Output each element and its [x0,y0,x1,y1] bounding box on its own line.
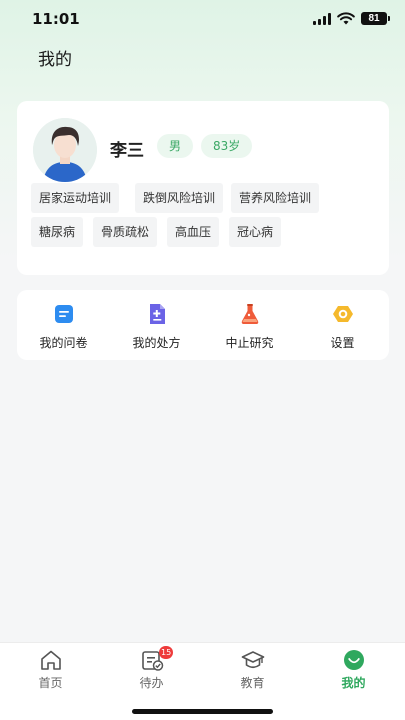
tab-education[interactable]: 教育 [202,643,303,699]
tag-item: 高血压 [167,217,220,247]
menu-label: 中止研究 [225,336,274,350]
tab-profile[interactable]: 我的 [303,643,404,699]
menu-label: 我的处方 [132,336,181,350]
avatar [33,118,97,182]
tab-label: 待办 [139,676,164,690]
graduation-cap-icon [241,651,265,669]
tab-label: 我的 [341,676,366,690]
menu-label: 我的问卷 [39,336,88,350]
settings-icon [333,306,353,322]
menu-item-settings[interactable]: 设置 [296,290,389,360]
menu-item-stop-study[interactable]: 中止研究 [203,290,296,360]
battery-icon: 81 [361,12,390,25]
tag-item: 冠心病 [229,217,282,247]
menu-item-questionnaire[interactable]: 我的问卷 [17,290,110,360]
todo-count-badge: 15 [159,646,174,659]
tab-home[interactable]: 首页 [0,643,101,699]
questionnaire-icon [55,305,73,323]
user-name: 李三 [110,141,144,161]
wifi-icon [337,12,355,25]
gender-badge: 男 [157,134,194,158]
status-icons: 81 [313,12,390,25]
flask-icon [241,304,259,324]
tab-label: 首页 [38,676,63,690]
profile-smile-icon [344,650,364,670]
cellular-signal-icon [313,12,331,25]
tab-todo[interactable]: 15 待办 [101,643,202,699]
menu-card: 我的问卷 我的处方 中止研究 设置 [17,290,389,360]
age-badge: 83岁 [201,134,253,158]
status-time: 11:01 [32,10,80,28]
home-icon [41,650,61,670]
home-indicator [132,709,273,714]
page-title: 我的 [38,50,72,70]
tab-label: 教育 [240,676,265,690]
menu-item-prescription[interactable]: 我的处方 [110,290,203,360]
status-bar: 11:01 81 [0,0,405,38]
tag-item: 糖尿病 [31,217,84,247]
tag-item: 营养风险培训 [231,183,320,213]
tag-item: 跌倒风险培训 [135,183,224,213]
tag-item: 骨质疏松 [93,217,158,247]
profile-card: 李三 男 83岁 居家运动培训 跌倒风险培训 营养风险培训 糖尿病 骨质疏松 高… [17,101,389,275]
menu-label: 设置 [330,336,355,350]
prescription-icon [150,304,165,324]
tag-item: 居家运动培训 [31,183,120,213]
